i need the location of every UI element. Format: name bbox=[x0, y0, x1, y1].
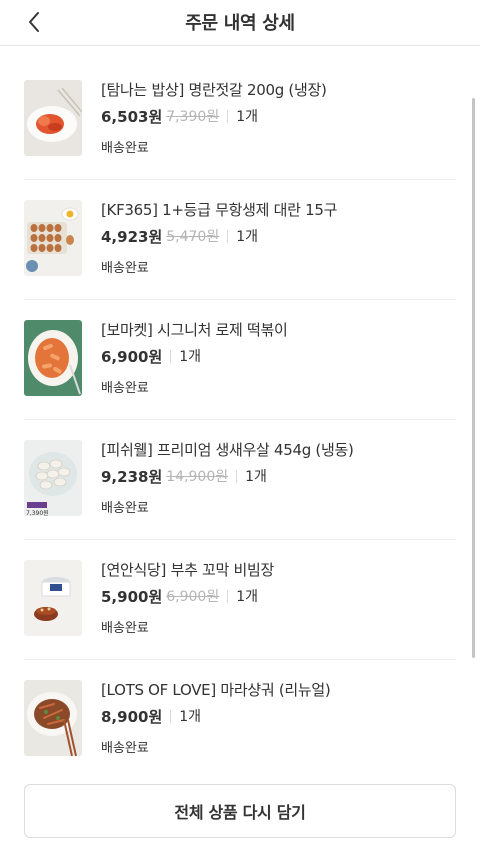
product-name[interactable]: [보마켓] 시그니처 로제 떡볶이 bbox=[101, 320, 456, 340]
delivery-status: 배송완료 bbox=[101, 381, 149, 396]
divider bbox=[170, 349, 172, 363]
quantity: 1개 bbox=[236, 589, 259, 605]
thumbnail-price-badge: 7,390원 bbox=[26, 510, 49, 516]
quantity: 1개 bbox=[236, 109, 259, 125]
quantity: 1개 bbox=[245, 469, 267, 485]
sale-price: 9,238원 bbox=[101, 467, 163, 486]
quantity: 1개 bbox=[179, 349, 202, 365]
divider bbox=[227, 589, 229, 603]
original-price: 14,900원 bbox=[166, 469, 229, 485]
original-price: 5,470원 bbox=[166, 229, 220, 245]
product-thumbnail[interactable] bbox=[24, 680, 82, 756]
header: 주문 내역 상세 bbox=[0, 0, 480, 46]
divider bbox=[236, 469, 238, 483]
product-thumbnail[interactable] bbox=[24, 200, 82, 276]
list-item[interactable]: [보마켓] 시그니처 로제 떡볶이 6,900원 1개 배송완료 bbox=[24, 300, 456, 420]
product-name[interactable]: [연안식당] 부추 꼬막 비빔장 bbox=[101, 560, 456, 580]
list-item[interactable]: [LOTS OF LOVE] 마라샹궈 (리뉴얼) 8,900원 1개 배송완료 bbox=[24, 660, 456, 779]
sale-price: 8,900원 bbox=[101, 707, 163, 726]
quantity: 1개 bbox=[179, 709, 202, 725]
product-name[interactable]: [KF365] 1+등급 무항생제 대란 15구 bbox=[101, 200, 456, 220]
page-title: 주문 내역 상세 bbox=[185, 13, 295, 34]
original-price: 7,390원 bbox=[166, 109, 220, 125]
delivery-status: 배송완료 bbox=[101, 261, 149, 276]
sale-price: 6,503원 bbox=[101, 107, 163, 126]
product-thumbnail[interactable]: 7,390원 bbox=[24, 440, 82, 516]
product-thumbnail[interactable] bbox=[24, 560, 82, 636]
divider bbox=[227, 109, 229, 123]
list-item[interactable]: [KF365] 1+등급 무항생제 대란 15구 4,923원 5,470원 1… bbox=[24, 180, 456, 300]
divider bbox=[227, 229, 229, 243]
product-thumbnail[interactable] bbox=[24, 80, 82, 156]
reorder-all-button[interactable]: 전체 상품 다시 담기 bbox=[24, 784, 456, 838]
sale-price: 6,900원 bbox=[101, 347, 163, 366]
product-name[interactable]: [탐나는 밥상] 명란젓갈 200g (냉장) bbox=[101, 80, 456, 100]
delivery-status: 배송완료 bbox=[101, 621, 149, 636]
list-item[interactable]: 7,390원 [피쉬웰] 프리미엄 생새우살 454g (냉동) 9,238원 … bbox=[24, 420, 456, 540]
sale-price: 4,923원 bbox=[101, 227, 163, 246]
delivery-status: 배송완료 bbox=[101, 141, 149, 156]
product-name[interactable]: [피쉬웰] 프리미엄 생새우살 454g (냉동) bbox=[101, 440, 456, 460]
list-item[interactable]: [연안식당] 부추 꼬막 비빔장 5,900원 6,900원 1개 배송완료 bbox=[24, 540, 456, 660]
delivery-status: 배송완료 bbox=[101, 741, 149, 756]
scrollbar[interactable] bbox=[472, 98, 475, 658]
order-item-list: [탐나는 밥상] 명란젓갈 200g (냉장) 6,503원 7,390원 1개… bbox=[24, 60, 456, 779]
original-price: 6,900원 bbox=[166, 589, 220, 605]
quantity: 1개 bbox=[236, 229, 259, 245]
divider bbox=[170, 709, 172, 723]
sale-price: 5,900원 bbox=[101, 587, 163, 606]
product-thumbnail[interactable] bbox=[24, 320, 82, 396]
product-name[interactable]: [LOTS OF LOVE] 마라샹궈 (리뉴얼) bbox=[101, 680, 456, 700]
delivery-status: 배송완료 bbox=[101, 501, 149, 516]
list-item[interactable]: [탐나는 밥상] 명란젓갈 200g (냉장) 6,503원 7,390원 1개… bbox=[24, 60, 456, 180]
